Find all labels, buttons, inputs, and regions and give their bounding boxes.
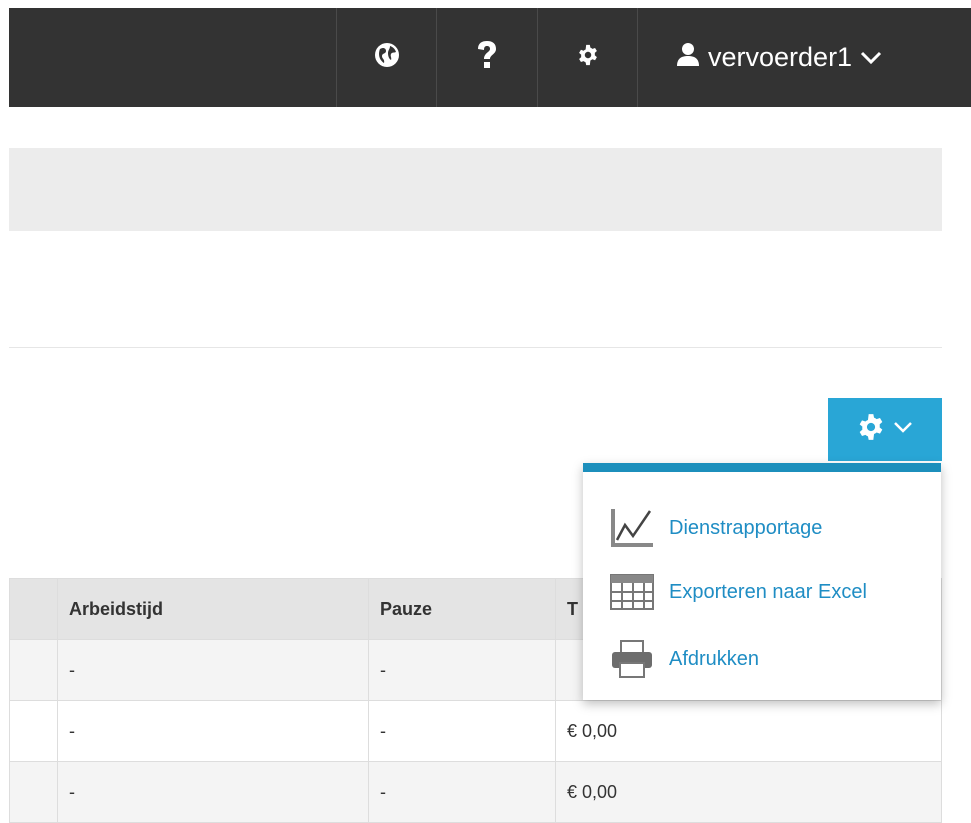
divider <box>9 347 942 348</box>
menu-item-label: Afdrukken <box>669 647 760 670</box>
table-cell <box>9 639 58 701</box>
menu-item-afdrukken[interactable]: Afdrukken <box>609 639 759 679</box>
line-chart-icon <box>609 507 655 549</box>
printer-icon <box>609 639 655 679</box>
table-row[interactable]: - - € 0,00 <box>9 700 942 762</box>
column-header-pauze[interactable]: Pauze <box>368 578 556 640</box>
settings-button[interactable] <box>537 8 637 107</box>
table-row[interactable]: - - € 0,00 <box>9 761 942 823</box>
language-button[interactable] <box>336 8 436 107</box>
chevron-down-icon <box>860 42 882 73</box>
help-button[interactable] <box>436 8 537 107</box>
table-cell: - <box>368 761 556 823</box>
user-menu-button[interactable]: vervoerder1 <box>637 8 971 107</box>
chevron-down-icon <box>893 420 913 439</box>
filter-panel <box>9 148 942 231</box>
table-cell: € 0,00 <box>555 761 942 823</box>
user-icon <box>676 42 700 73</box>
help-icon <box>476 40 498 75</box>
table-cell: - <box>57 761 369 823</box>
globe-icon <box>374 42 400 73</box>
gear-icon <box>857 413 885 446</box>
options-dropdown-menu: Dienstrapportage Exporteren naar Excel A… <box>583 463 941 700</box>
table-cell: - <box>368 700 556 762</box>
table-cell: - <box>57 700 369 762</box>
column-header[interactable] <box>9 578 58 640</box>
menu-item-export-excel[interactable]: Exporteren naar Excel <box>609 573 867 611</box>
options-dropdown-button[interactable] <box>828 398 942 461</box>
top-navbar: vervoerder1 <box>0 0 971 107</box>
gear-icon <box>577 44 599 71</box>
column-header-arbeidstijd[interactable]: Arbeidstijd <box>57 578 369 640</box>
menu-item-label: Exporteren naar Excel <box>669 580 867 603</box>
table-cell <box>9 761 58 823</box>
table-cell: - <box>368 639 556 701</box>
table-icon <box>609 573 655 611</box>
menu-item-dienstrapportage[interactable]: Dienstrapportage <box>609 507 822 549</box>
table-cell: € 0,00 <box>555 700 942 762</box>
table-cell <box>9 700 58 762</box>
user-name: vervoerder1 <box>708 42 853 72</box>
menu-item-label: Dienstrapportage <box>669 516 823 539</box>
table-cell: - <box>57 639 369 701</box>
